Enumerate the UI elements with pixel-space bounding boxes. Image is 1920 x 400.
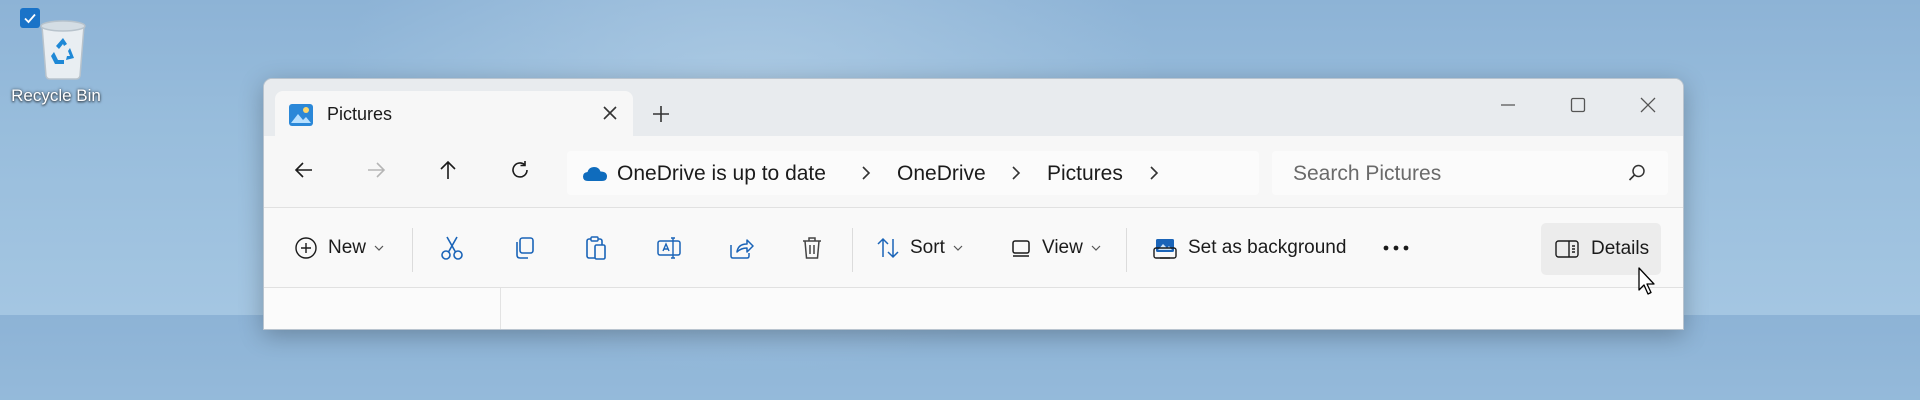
separator (852, 228, 853, 272)
rename-button[interactable] (656, 230, 682, 266)
up-button[interactable] (431, 153, 465, 187)
separator (1126, 228, 1127, 272)
rename-icon (657, 237, 681, 259)
up-arrow-icon (440, 160, 456, 179)
view-button[interactable]: View (1010, 230, 1101, 266)
separator (412, 228, 413, 272)
refresh-button[interactable] (503, 153, 537, 187)
delete-button[interactable] (800, 230, 824, 266)
content-area (264, 288, 1683, 329)
forward-button[interactable] (359, 153, 393, 187)
view-icon (1012, 240, 1030, 257)
new-button[interactable]: New (294, 230, 384, 266)
search-placeholder: Search Pictures (1293, 162, 1442, 185)
chevron-down-icon (953, 245, 963, 251)
recycle-bin-desktop-icon[interactable]: Recycle Bin (6, 6, 106, 111)
view-label: View (1042, 237, 1083, 258)
paste-icon (586, 236, 606, 260)
recycle-bin-icon (40, 20, 86, 80)
close-tab-icon[interactable] (599, 102, 621, 124)
delete-icon (803, 237, 821, 259)
chevron-right-icon[interactable] (1009, 165, 1023, 181)
refresh-icon (512, 161, 528, 178)
onedrive-sync-status[interactable]: OneDrive is up to date (617, 162, 826, 186)
navigation-bar: OneDrive is up to date OneDrive Pictures… (264, 136, 1683, 207)
plus-circle-icon (295, 237, 317, 259)
maximize-button[interactable] (1550, 87, 1606, 123)
minimize-button[interactable] (1480, 87, 1536, 123)
maximize-icon (1570, 97, 1586, 113)
back-button[interactable] (287, 153, 321, 187)
chevron-down-icon (1091, 245, 1101, 251)
file-explorer-window: Pictures OneDrive is up to date OneDrive… (263, 78, 1684, 330)
sort-button[interactable]: Sort (876, 230, 963, 266)
close-icon (1640, 97, 1656, 113)
search-icon[interactable] (1627, 163, 1647, 183)
tab-title: Pictures (327, 104, 393, 124)
details-label: Details (1591, 238, 1650, 259)
back-arrow-icon (294, 162, 312, 178)
chevron-right-icon[interactable] (859, 165, 873, 181)
details-pane-icon (1555, 240, 1579, 258)
cut-icon (441, 236, 463, 260)
forward-arrow-icon (368, 162, 386, 178)
chevron-right-icon[interactable] (1147, 165, 1161, 181)
more-options-button[interactable] (1382, 230, 1410, 266)
onedrive-cloud-icon (583, 167, 607, 181)
breadcrumb-pictures[interactable]: Pictures (1047, 162, 1123, 186)
sort-icon (877, 237, 899, 259)
new-tab-icon[interactable] (649, 102, 673, 126)
share-button[interactable] (728, 230, 754, 266)
command-bar: New Sort View Set as background Details (264, 208, 1683, 288)
chevron-down-icon (374, 245, 384, 251)
recycle-bin-label: Recycle Bin (11, 86, 101, 105)
sort-label: Sort (910, 237, 945, 258)
mouse-cursor-icon (1638, 267, 1655, 295)
close-button[interactable] (1620, 87, 1676, 123)
share-icon (730, 239, 754, 259)
set-as-background-button[interactable]: Set as background (1152, 230, 1346, 266)
minimize-icon (1501, 104, 1515, 106)
navigation-pane-separator[interactable] (500, 288, 501, 329)
copy-icon (516, 237, 534, 259)
new-label: New (328, 237, 367, 258)
paste-button[interactable] (584, 230, 608, 266)
more-options-icon (1383, 245, 1409, 251)
pictures-folder-icon (289, 104, 313, 126)
search-box[interactable]: Search Pictures (1272, 151, 1668, 195)
set-as-background-label: Set as background (1188, 237, 1347, 258)
cut-button[interactable] (440, 230, 464, 266)
copy-button[interactable] (512, 230, 536, 266)
set-background-icon (1153, 239, 1177, 259)
tab-pictures[interactable]: Pictures (275, 91, 633, 137)
breadcrumb-onedrive[interactable]: OneDrive (897, 162, 986, 186)
address-bar[interactable]: OneDrive is up to date OneDrive Pictures (567, 151, 1259, 195)
title-bar[interactable]: Pictures (264, 79, 1683, 137)
